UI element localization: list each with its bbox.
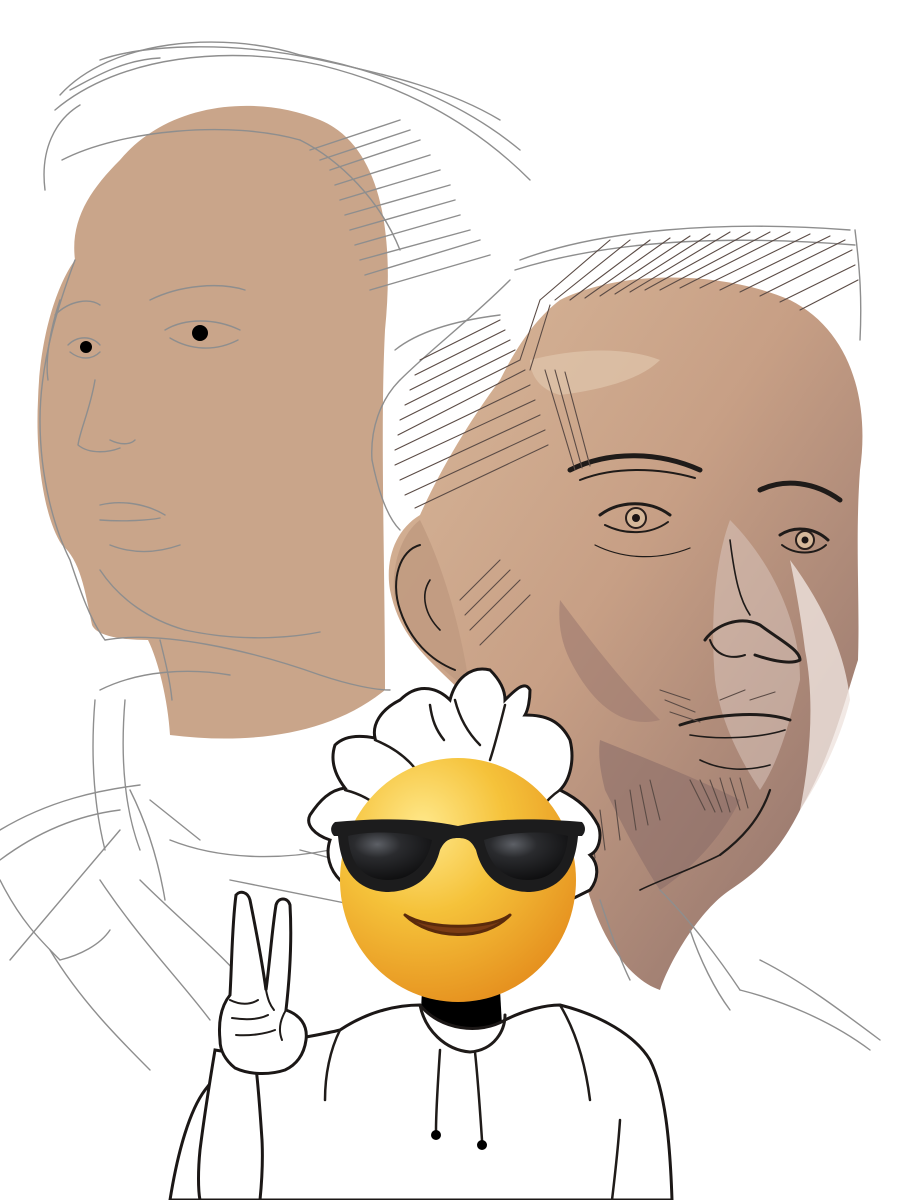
- artwork-canvas: [0, 0, 900, 1200]
- victory-hand-icon: [218, 890, 308, 1075]
- flat-skin-shape: [37, 105, 388, 739]
- victory-hand: [218, 890, 308, 1075]
- artwork-svg: [0, 41, 881, 1200]
